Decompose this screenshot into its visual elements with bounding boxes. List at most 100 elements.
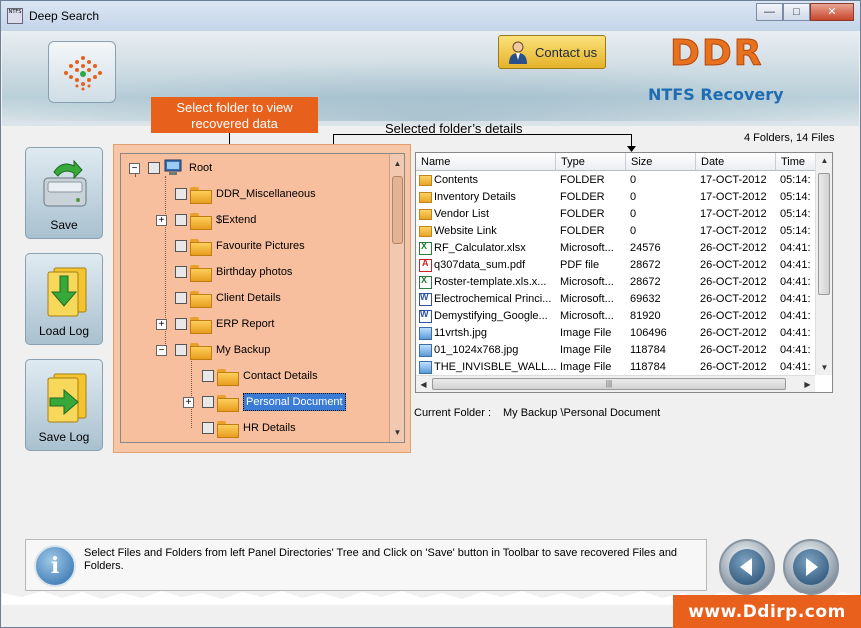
- tree-node[interactable]: Favourite Pictures: [156, 235, 305, 257]
- directory-tree[interactable]: − Root DDR_Miscellaneous + $Extend Favou…: [120, 153, 405, 443]
- file-row[interactable]: Vendor List FOLDER 0 17-OCT-2012 05:14:: [416, 206, 816, 223]
- folder-icon: [190, 264, 212, 282]
- file-row[interactable]: Website Link FOLDER 0 17-OCT-2012 05:14:: [416, 223, 816, 240]
- save-disk-icon: [43, 159, 87, 207]
- file-row[interactable]: Contents FOLDER 0 17-OCT-2012 05:14:: [416, 172, 816, 189]
- file-list-vscrollbar[interactable]: ▲ ▼: [815, 153, 832, 375]
- scroll-down-icon[interactable]: ▼: [817, 360, 832, 375]
- collapse-icon[interactable]: −: [129, 162, 140, 174]
- tree-node[interactable]: HR Details: [183, 417, 296, 439]
- tree-checkbox[interactable]: [202, 396, 214, 408]
- details-pointer-line-top: [333, 134, 631, 135]
- tree-checkbox[interactable]: [202, 422, 214, 434]
- file-row[interactable]: 11vrtsh.jpg Image File 106496 26-OCT-2012 04…: [416, 325, 816, 342]
- folder-icon: [190, 238, 212, 256]
- hscroll-thumb[interactable]: |||: [432, 378, 786, 390]
- tree-node[interactable]: Client Details: [156, 287, 281, 309]
- scroll-up-icon[interactable]: ▲: [817, 153, 832, 168]
- file-row[interactable]: Inventory Details FOLDER 0 17-OCT-2012 05:14…: [416, 189, 816, 206]
- tree-node[interactable]: + ERP Report: [156, 313, 275, 335]
- vscroll-thumb[interactable]: [818, 173, 830, 295]
- title-bar: NTFS Deep Search — □ ✕: [1, 1, 860, 31]
- load-log-button[interactable]: Load Log: [25, 253, 103, 345]
- person-icon: [509, 41, 527, 64]
- collapse-icon[interactable]: −: [156, 344, 167, 356]
- cell-type: FOLDER: [560, 208, 605, 220]
- file-row[interactable]: q307data_sum.pdf PDF file 28672 26-OCT-2012…: [416, 257, 816, 274]
- file-row[interactable]: 01_1024x768.jpg Image File 118784 26-OCT-20…: [416, 342, 816, 359]
- folder-file-icon: [419, 226, 432, 237]
- tree-scroll-thumb[interactable]: [392, 176, 403, 244]
- file-list-hscrollbar[interactable]: ◀ ||| ▶: [416, 375, 815, 392]
- save-button[interactable]: Save: [25, 147, 103, 239]
- cell-name: Vendor List: [434, 208, 490, 220]
- close-button[interactable]: ✕: [810, 3, 854, 21]
- column-header-name[interactable]: Name: [416, 153, 556, 171]
- tree-node-root[interactable]: − Root: [129, 157, 212, 179]
- info-icon: i: [34, 545, 76, 587]
- tree-node[interactable]: Birthday photos: [156, 261, 292, 283]
- cell-date: 26-OCT-2012: [700, 361, 767, 373]
- tree-checkbox[interactable]: [175, 214, 187, 226]
- file-row[interactable]: Roster-template.xls.x... Microsoft... 2867…: [416, 274, 816, 291]
- scroll-right-icon[interactable]: ▶: [800, 377, 815, 392]
- computer-icon: [164, 159, 182, 175]
- cell-type: FOLDER: [560, 174, 605, 186]
- tree-checkbox[interactable]: [175, 240, 187, 252]
- doc-file-icon: [419, 309, 432, 323]
- tree-node[interactable]: + $Extend: [156, 209, 256, 231]
- cell-size: 0: [630, 225, 637, 237]
- column-header-size[interactable]: Size: [626, 153, 696, 171]
- tree-node[interactable]: Contact Details: [183, 365, 318, 387]
- cell-type: Microsoft...: [560, 276, 614, 288]
- folder-icon: [217, 420, 239, 438]
- cell-type: Microsoft...: [560, 293, 614, 305]
- tree-checkbox[interactable]: [148, 162, 160, 174]
- maximize-button[interactable]: □: [783, 3, 810, 21]
- tree-checkbox[interactable]: [202, 370, 214, 382]
- file-row[interactable]: Electrochemical Princi... Microsoft... 696…: [416, 291, 816, 308]
- tree-checkbox[interactable]: [175, 266, 187, 278]
- cell-name: RF_Calculator.xlsx: [434, 242, 526, 254]
- tree-label: $Extend: [216, 214, 257, 226]
- expand-icon[interactable]: +: [156, 318, 167, 330]
- select-folder-callout: Select folder to view recovered data: [151, 97, 318, 133]
- scroll-down-icon[interactable]: ▼: [390, 425, 405, 440]
- tree-checkbox[interactable]: [175, 292, 187, 304]
- current-folder: Current Folder : My Backup \Personal Doc…: [414, 407, 660, 419]
- website-banner[interactable]: www.Ddirp.com: [673, 595, 861, 628]
- tree-checkbox[interactable]: [175, 188, 187, 200]
- tree-node-selected[interactable]: + Personal Document: [183, 391, 346, 413]
- tree-label: ERP Report: [216, 318, 275, 330]
- cell-date: 26-OCT-2012: [700, 242, 767, 254]
- tree-label-root: Root: [189, 162, 213, 174]
- cell-name: THE_INVISBLE_WALL...: [434, 361, 556, 373]
- tree-scrollbar[interactable]: ▲ ▼: [389, 154, 404, 442]
- tree-node[interactable]: − My Backup: [156, 339, 270, 361]
- file-list[interactable]: Name Type Size Date Time Contents FOLDER 0…: [415, 152, 833, 393]
- tree-checkbox[interactable]: [175, 344, 187, 356]
- contact-us-button[interactable]: Contact us: [498, 35, 606, 69]
- expand-icon[interactable]: +: [156, 214, 167, 226]
- arrow-right-icon: [806, 558, 818, 576]
- scroll-left-icon[interactable]: ◀: [416, 377, 431, 392]
- file-row[interactable]: THE_INVISBLE_WALL... Image File 118784 26-O…: [416, 359, 816, 376]
- expand-icon[interactable]: +: [183, 396, 194, 408]
- scroll-up-icon[interactable]: ▲: [390, 156, 405, 171]
- folder-icon: [190, 342, 212, 360]
- save-log-button[interactable]: Save Log: [25, 359, 103, 451]
- tree-checkbox[interactable]: [175, 318, 187, 330]
- file-row[interactable]: Demystifying_Google... Microsoft... 81920 2…: [416, 308, 816, 325]
- cell-name: Demystifying_Google...: [434, 310, 548, 322]
- file-row[interactable]: RF_Calculator.xlsx Microsoft... 24576 26-OC…: [416, 240, 816, 257]
- folder-icon: [190, 316, 212, 334]
- minimize-button[interactable]: —: [756, 3, 783, 21]
- cell-type: Microsoft...: [560, 242, 614, 254]
- cell-name: Inventory Details: [434, 191, 516, 203]
- save-log-folder-icon: [47, 373, 87, 423]
- column-header-date[interactable]: Date: [696, 153, 776, 171]
- column-header-type[interactable]: Type: [556, 153, 626, 171]
- save-label: Save: [50, 218, 78, 232]
- folder-file-icon: [419, 192, 432, 203]
- tree-node[interactable]: DDR_Miscellaneous: [156, 183, 316, 205]
